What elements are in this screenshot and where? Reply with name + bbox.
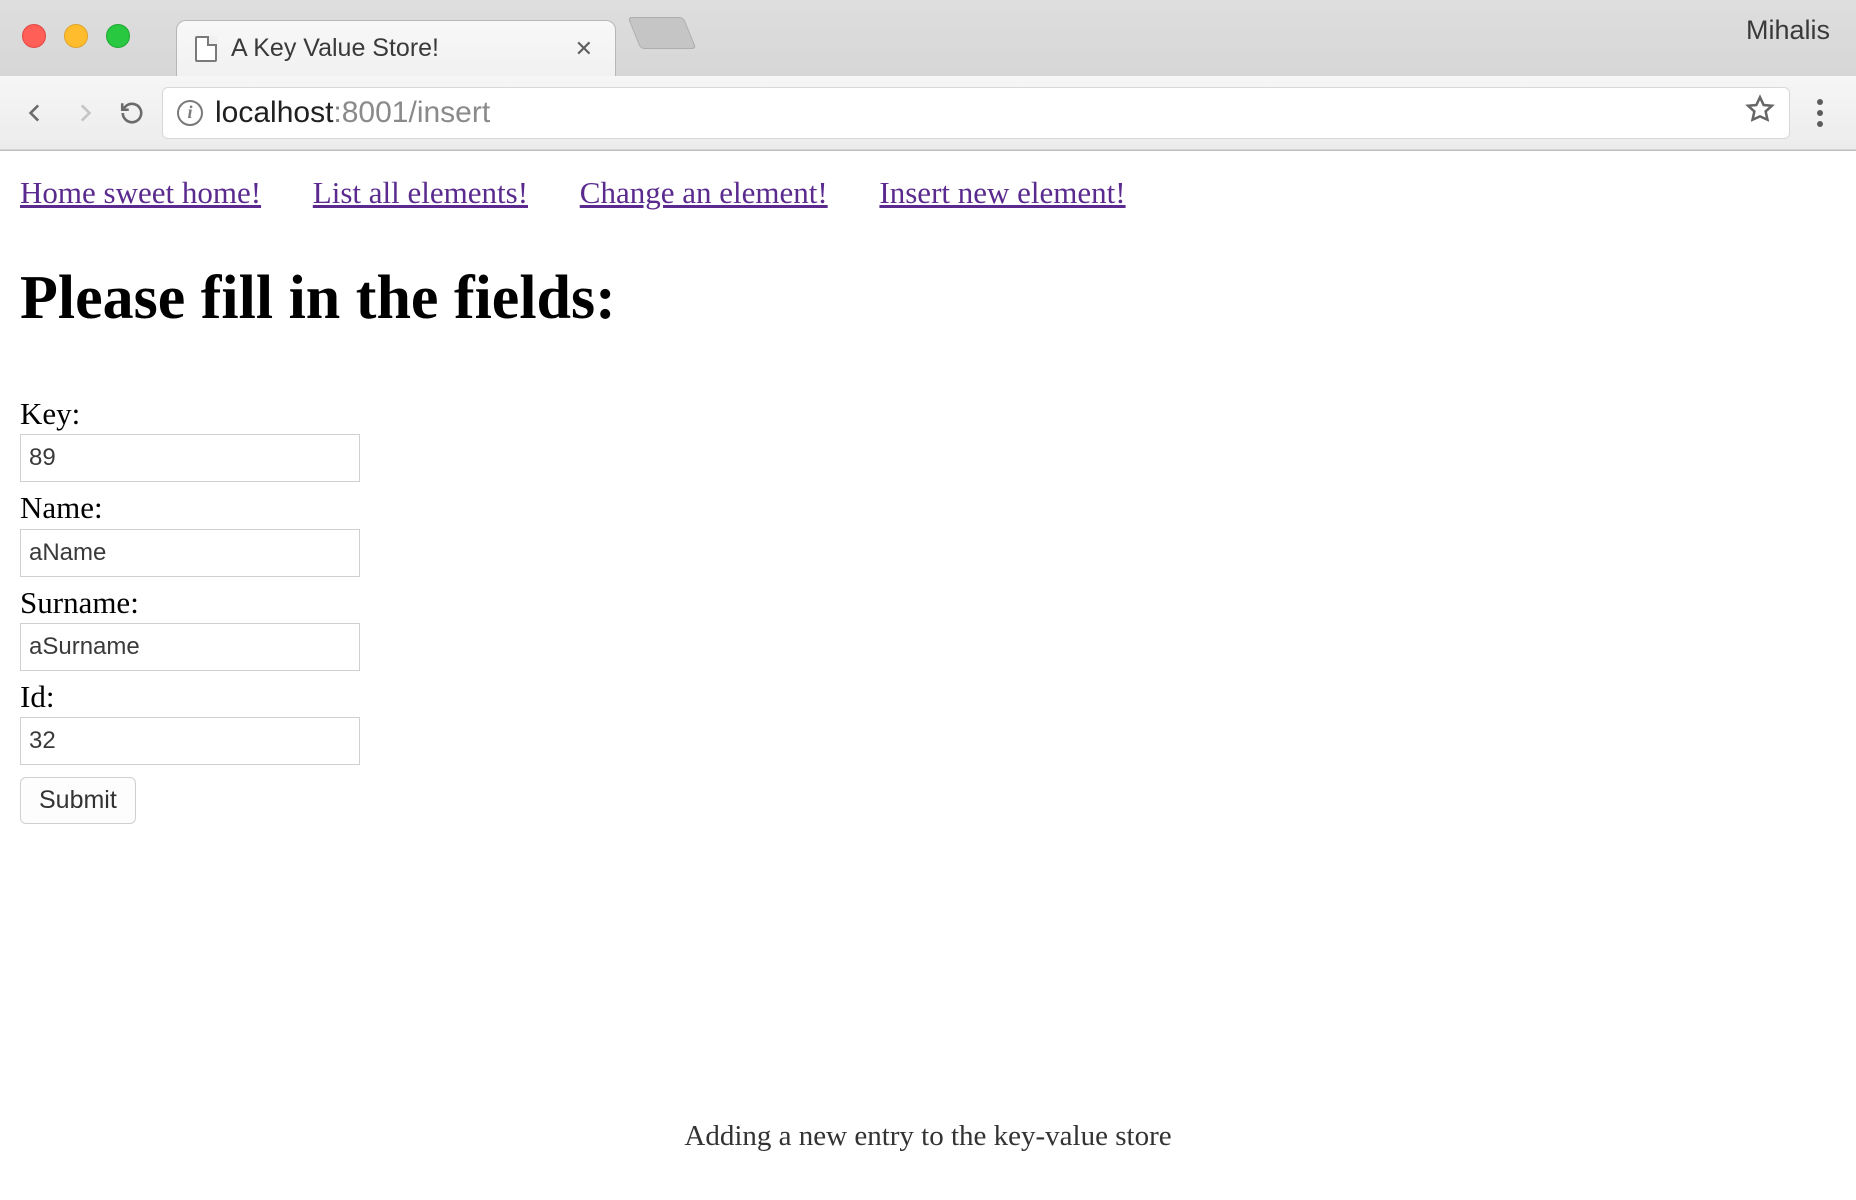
reload-button[interactable] xyxy=(114,95,150,131)
browser-toolbar: i localhost:8001/insert xyxy=(0,76,1856,150)
tab-strip: A Key Value Store! ✕ Mihalis xyxy=(0,0,1856,76)
link-insert[interactable]: Insert new element! xyxy=(879,175,1125,210)
window-controls xyxy=(22,24,130,48)
minimize-window-button[interactable] xyxy=(64,24,88,48)
browser-menu-icon[interactable] xyxy=(1802,99,1838,127)
submit-button[interactable]: Submit xyxy=(20,777,136,824)
browser-chrome: A Key Value Store! ✕ Mihalis i localhost… xyxy=(0,0,1856,151)
bookmark-star-icon[interactable] xyxy=(1745,94,1775,132)
label-key: Key: xyxy=(20,394,1836,434)
label-surname: Surname: xyxy=(20,583,1836,623)
forward-button[interactable] xyxy=(66,95,102,131)
back-button[interactable] xyxy=(18,95,54,131)
url-host: localhost xyxy=(215,96,333,129)
input-id[interactable] xyxy=(20,717,360,765)
input-name[interactable] xyxy=(20,529,360,577)
figure-caption: Adding a new entry to the key-value stor… xyxy=(0,1120,1856,1153)
close-tab-icon[interactable]: ✕ xyxy=(571,36,597,62)
nav-links: Home sweet home! List all elements! Chan… xyxy=(20,175,1836,211)
url-text: localhost:8001/insert xyxy=(215,96,490,130)
new-tab-button[interactable] xyxy=(628,17,697,49)
address-bar[interactable]: i localhost:8001/insert xyxy=(162,87,1790,139)
url-path: :8001/insert xyxy=(333,96,490,129)
input-surname[interactable] xyxy=(20,623,360,671)
page-heading: Please fill in the fields: xyxy=(20,263,1836,334)
profile-name[interactable]: Mihalis xyxy=(1746,15,1830,46)
tab-title: A Key Value Store! xyxy=(231,34,439,63)
label-id: Id: xyxy=(20,677,1836,717)
link-list[interactable]: List all elements! xyxy=(313,175,528,210)
page-icon xyxy=(195,36,217,62)
link-change[interactable]: Change an element! xyxy=(580,175,828,210)
site-info-icon[interactable]: i xyxy=(177,100,203,126)
page-content: Home sweet home! List all elements! Chan… xyxy=(0,151,1856,848)
link-home[interactable]: Home sweet home! xyxy=(20,175,261,210)
label-name: Name: xyxy=(20,488,1836,528)
browser-tab[interactable]: A Key Value Store! ✕ xyxy=(176,20,616,76)
input-key[interactable] xyxy=(20,434,360,482)
insert-form: Key: Name: Surname: Id: Submit xyxy=(20,394,1836,824)
maximize-window-button[interactable] xyxy=(106,24,130,48)
close-window-button[interactable] xyxy=(22,24,46,48)
